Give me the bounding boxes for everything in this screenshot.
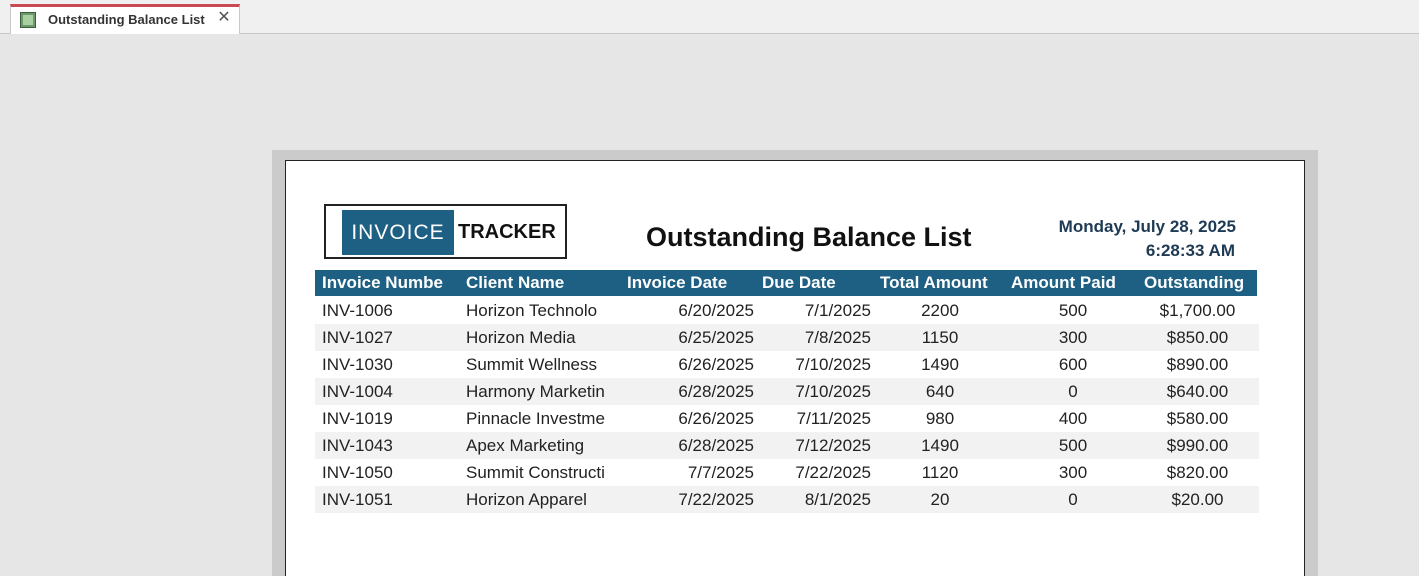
- column-header-invoice-date: Invoice Date: [627, 273, 728, 292]
- amount-paid-cell: 0: [1068, 490, 1078, 509]
- report-date: Monday, July 28, 2025: [1058, 217, 1236, 236]
- due-date-cell: 7/11/2025: [796, 409, 871, 428]
- invoice-number-cell: INV-1004: [322, 382, 393, 401]
- outstanding-cell: $820.00: [1166, 463, 1229, 482]
- invoice-number-cell: INV-1019: [322, 409, 393, 428]
- report-icon: [20, 12, 36, 28]
- invoice-number-cell: INV-1051: [322, 490, 393, 509]
- outstanding-cell: $990.00: [1166, 436, 1229, 455]
- total-amount-cell: 2200: [921, 301, 959, 320]
- column-header-client-name: Client Name: [466, 273, 565, 292]
- invoice-number-cell: INV-1043: [322, 436, 393, 455]
- due-date-cell: 7/12/2025: [795, 436, 871, 455]
- due-date-cell: 7/22/2025: [795, 463, 871, 482]
- client-name-cell: Harmony Marketin: [466, 382, 605, 401]
- invoice-date-cell: 6/28/2025: [678, 436, 754, 455]
- client-name-cell: Horizon Apparel: [466, 490, 587, 509]
- due-date-cell: 7/8/2025: [804, 328, 871, 347]
- total-amount-cell: 980: [925, 409, 955, 428]
- tab-label: Outstanding Balance List: [48, 12, 205, 27]
- report-title: Outstanding Balance List: [646, 222, 972, 252]
- amount-paid-cell: 300: [1058, 328, 1088, 347]
- invoice-number-cell: INV-1050: [322, 463, 393, 482]
- report-time: 6:28:33 AM: [1145, 241, 1235, 260]
- column-header-invoice-number: Invoice Numbe: [322, 273, 443, 292]
- total-amount-cell: 1120: [921, 463, 959, 482]
- client-name-cell: Summit Constructi: [466, 463, 605, 482]
- amount-paid-cell: 300: [1058, 463, 1088, 482]
- table-row: INV-1027 Horizon Media 6/25/2025 7/8/202…: [315, 324, 1259, 351]
- client-name-cell: Pinnacle Investme: [466, 409, 605, 428]
- due-date-cell: 7/10/2025: [795, 355, 871, 374]
- amount-paid-cell: 0: [1068, 382, 1078, 401]
- table-row: INV-1043 Apex Marketing 6/28/2025 7/12/2…: [315, 432, 1259, 459]
- total-amount-cell: 640: [925, 382, 955, 401]
- document-tab-bar: Outstanding Balance List ✕: [0, 0, 1419, 34]
- client-name-cell: Apex Marketing: [466, 436, 585, 455]
- invoice-number-cell: INV-1006: [322, 301, 393, 320]
- table-row: INV-1050 Summit Constructi 7/7/2025 7/22…: [315, 459, 1259, 486]
- total-amount-cell: 1490: [921, 355, 959, 374]
- due-date-cell: 7/1/2025: [804, 301, 871, 320]
- client-name-cell: Summit Wellness: [466, 355, 597, 374]
- outstanding-cell: $640.00: [1166, 382, 1229, 401]
- invoice-date-cell: 6/26/2025: [678, 409, 754, 428]
- due-date-cell: 7/10/2025: [795, 382, 871, 401]
- total-amount-cell: 1150: [921, 328, 959, 347]
- outstanding-cell: $850.00: [1166, 328, 1229, 347]
- table-row: INV-1030 Summit Wellness 6/26/2025 7/10/…: [315, 351, 1259, 378]
- column-header-outstanding: Outstanding: [1144, 273, 1245, 292]
- amount-paid-cell: 500: [1058, 301, 1088, 320]
- invoice-date-cell: 6/20/2025: [678, 301, 754, 320]
- column-header-due-date: Due Date: [762, 273, 836, 292]
- total-amount-cell: 1490: [921, 436, 959, 455]
- invoice-date-cell: 6/25/2025: [678, 328, 754, 347]
- column-header-amount-paid: Amount Paid: [1011, 273, 1116, 292]
- table-row: INV-1004 Harmony Marketin 6/28/2025 7/10…: [315, 378, 1259, 405]
- outstanding-cell: $580.00: [1166, 409, 1229, 428]
- due-date-cell: 8/1/2025: [804, 490, 871, 509]
- amount-paid-cell: 400: [1058, 409, 1088, 428]
- tab-outstanding-balance-list[interactable]: Outstanding Balance List ✕: [10, 4, 240, 34]
- logo-invoice-text: INVOICE: [342, 210, 454, 255]
- outstanding-cell: $1,700.00: [1159, 301, 1236, 320]
- logo-tracker-text: TRACKER: [458, 221, 556, 243]
- invoice-number-cell: INV-1030: [322, 355, 393, 374]
- invoice-tracker-logo: INVOICE TRACKER: [324, 204, 567, 259]
- close-icon[interactable]: ✕: [216, 9, 232, 27]
- table-row: INV-1006 Horizon Technolo 6/20/2025 7/1/…: [315, 297, 1259, 324]
- amount-paid-cell: 500: [1058, 436, 1088, 455]
- table-row: INV-1051 Horizon Apparel 7/22/2025 8/1/2…: [315, 486, 1259, 513]
- table-row: INV-1019 Pinnacle Investme 6/26/2025 7/1…: [315, 405, 1259, 432]
- invoice-date-cell: 7/22/2025: [678, 490, 754, 509]
- outstanding-cell: $890.00: [1166, 355, 1229, 374]
- invoice-date-cell: 7/7/2025: [687, 463, 754, 482]
- outstanding-cell: $20.00: [1171, 490, 1224, 509]
- table-header: Invoice Numbe Client Name Invoice Date D…: [315, 270, 1257, 296]
- invoice-number-cell: INV-1027: [322, 328, 393, 347]
- column-header-total-amount: Total Amount: [880, 273, 988, 292]
- invoice-date-cell: 6/28/2025: [678, 382, 754, 401]
- client-name-cell: Horizon Media: [466, 328, 576, 347]
- amount-paid-cell: 600: [1058, 355, 1088, 374]
- client-name-cell: Horizon Technolo: [466, 301, 598, 320]
- invoice-date-cell: 6/26/2025: [678, 355, 754, 374]
- total-amount-cell: 20: [930, 490, 950, 509]
